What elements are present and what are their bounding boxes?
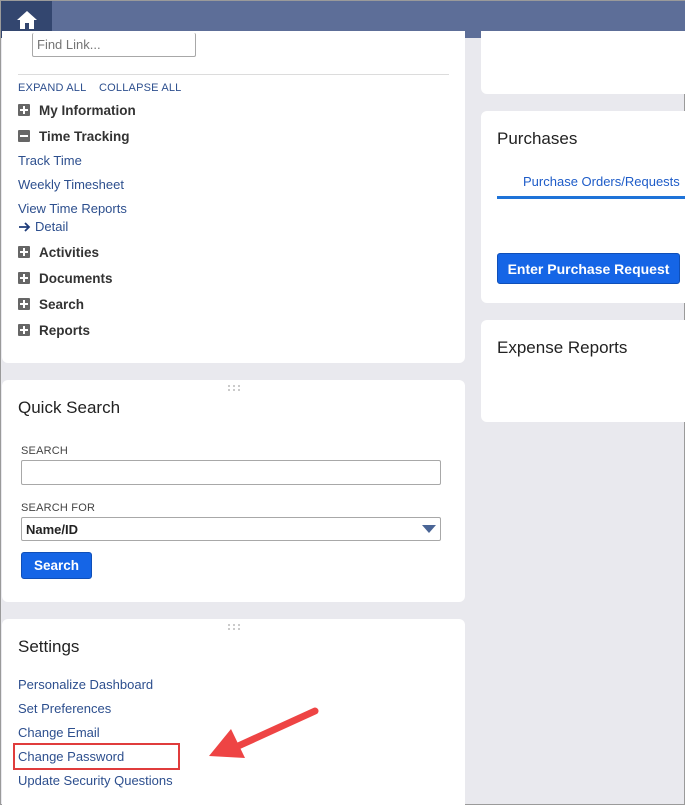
nav-section-time-tracking[interactable]: Time Tracking [18, 128, 130, 144]
nav-section-my-information[interactable]: My Information [18, 102, 136, 118]
search-button[interactable]: Search [21, 552, 92, 579]
tab-purchase-orders[interactable]: Purchase Orders/Requests [497, 171, 685, 199]
update-security-questions-link[interactable]: Update Security Questions [18, 773, 173, 788]
nav-section-label: Search [39, 296, 85, 312]
nav-section-label: My Information [39, 102, 136, 118]
plus-icon [18, 324, 30, 336]
plus-icon [18, 272, 30, 284]
nav-section-documents[interactable]: Documents [18, 270, 113, 286]
search-for-value: Name/ID [26, 521, 79, 537]
caret-down-icon [422, 525, 436, 533]
settings-title: Settings [18, 637, 80, 656]
search-label: SEARCH [21, 445, 69, 457]
expand-all-link[interactable]: EXPAND ALL [18, 82, 86, 94]
quick-search-card: Quick Search SEARCH SEARCH FOR Name/ID S… [2, 380, 465, 602]
expense-reports-title: Expense Reports [497, 338, 628, 357]
plus-icon [18, 298, 30, 310]
purchases-card: Purchases Purchase Orders/Requests Enter… [481, 111, 685, 303]
plus-icon [18, 104, 30, 116]
find-link-input[interactable] [32, 33, 196, 57]
enter-purchase-request-button[interactable]: Enter Purchase Request [497, 253, 680, 284]
search-input[interactable] [21, 460, 441, 485]
purchases-title: Purchases [497, 129, 578, 148]
nav-section-label: Activities [39, 244, 100, 260]
change-email-link[interactable]: Change Email [18, 725, 100, 740]
arrow-right-icon [19, 221, 31, 232]
search-for-label: SEARCH FOR [21, 502, 96, 514]
set-preferences-link[interactable]: Set Preferences [18, 701, 111, 716]
navigation-card: EXPAND ALL COLLAPSE ALL My Information T… [2, 31, 465, 363]
nav-section-activities[interactable]: Activities [18, 244, 99, 260]
plus-icon [18, 246, 30, 258]
nav-section-search[interactable]: Search [18, 296, 84, 312]
tab-label: Purchase Orders/Requests [523, 174, 680, 189]
expense-reports-card: Expense Reports [481, 320, 685, 422]
nav-section-label: Reports [39, 322, 91, 338]
divider [18, 74, 449, 75]
weekly-timesheet-link[interactable]: Weekly Timesheet [18, 177, 124, 192]
top-right-card [481, 31, 685, 94]
drag-handle-icon[interactable] [227, 384, 241, 392]
annotation-arrow-icon [209, 707, 319, 758]
minus-icon [18, 130, 30, 142]
home-icon [16, 10, 37, 29]
nav-section-reports[interactable]: Reports [18, 322, 90, 338]
detail-link[interactable]: Detail [35, 219, 68, 234]
track-time-link[interactable]: Track Time [18, 153, 82, 168]
drag-handle-icon[interactable] [227, 623, 241, 631]
search-for-select[interactable]: Name/ID [21, 517, 441, 541]
personalize-dashboard-link[interactable]: Personalize Dashboard [18, 677, 153, 692]
collapse-all-link[interactable]: COLLAPSE ALL [99, 82, 182, 94]
nav-section-label: Documents [39, 270, 113, 286]
view-time-reports-link[interactable]: View Time Reports [18, 201, 127, 216]
highlight-box [13, 743, 180, 770]
nav-section-label: Time Tracking [39, 128, 130, 144]
detail-link-row[interactable]: Detail [18, 219, 68, 234]
quick-search-title: Quick Search [18, 398, 121, 417]
